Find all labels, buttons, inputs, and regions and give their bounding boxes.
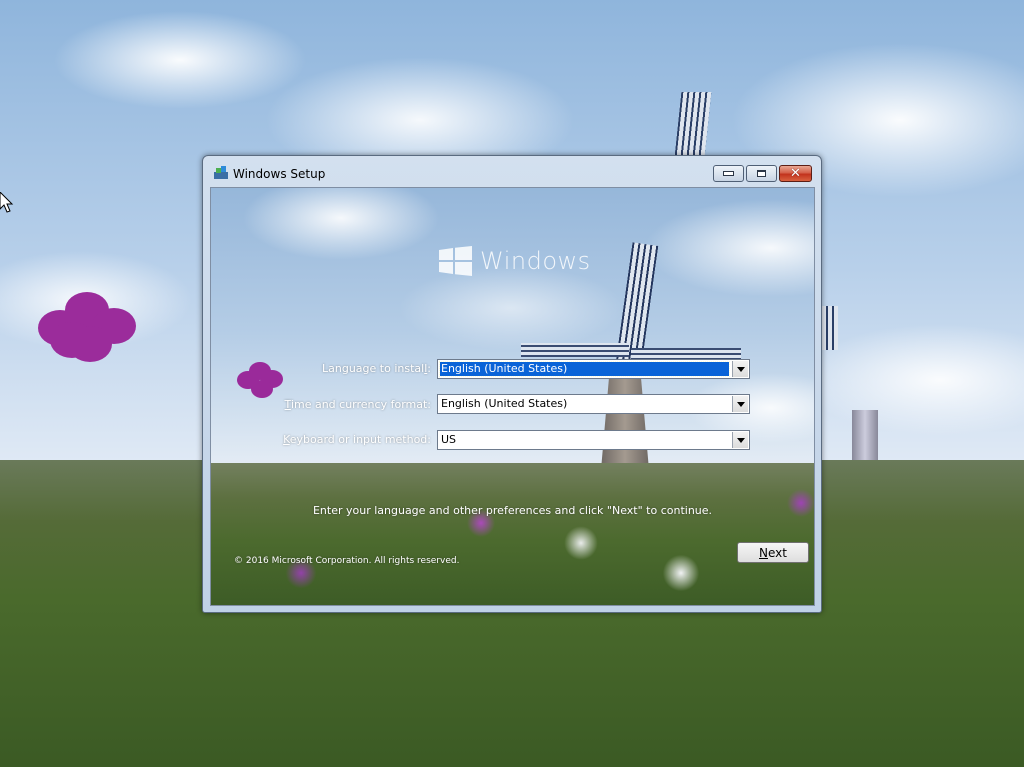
background-flower-field — [211, 463, 814, 605]
chevron-down-icon — [736, 401, 745, 407]
dropdown-button[interactable] — [732, 361, 748, 377]
minimize-icon — [723, 171, 734, 176]
windows-logo: Windows — [439, 245, 591, 277]
wallpaper-flower — [38, 292, 136, 364]
keyboard-select[interactable]: US — [437, 430, 750, 450]
access-key: N — [759, 545, 768, 560]
chevron-down-icon — [736, 366, 745, 372]
language-value: English (United States) — [439, 361, 730, 377]
background-windmill-blade — [521, 343, 629, 357]
next-button[interactable]: Next — [737, 542, 809, 563]
windows-logo-icon — [439, 246, 472, 276]
time-currency-select[interactable]: English (United States) — [437, 394, 750, 414]
window-title: Windows Setup — [233, 167, 326, 181]
chevron-down-icon — [736, 437, 745, 443]
dropdown-button[interactable] — [732, 396, 748, 412]
minimize-button[interactable] — [713, 165, 744, 182]
instruction-text: Enter your language and other preference… — [312, 504, 713, 517]
mouse-cursor-icon — [0, 192, 14, 213]
wallpaper-windmill-blade — [820, 306, 838, 350]
time-currency-label: Time and currency format: — [284, 398, 431, 411]
keyboard-label: Keyboard or input method: — [283, 433, 431, 446]
language-label: Language to install: — [322, 362, 431, 375]
maximize-icon — [757, 170, 766, 177]
maximize-button[interactable] — [746, 165, 777, 182]
setup-app-icon — [214, 166, 228, 179]
setup-window: Windows Setup ✕ Windows Language to inst… — [202, 155, 822, 613]
windows-logo-text: Windows — [480, 247, 591, 275]
language-select[interactable]: English (United States) — [437, 359, 750, 379]
copyright-text: © 2016 Microsoft Corporation. All rights… — [234, 556, 460, 566]
access-key: K — [283, 433, 290, 446]
wallpaper-windmill-blade — [674, 92, 712, 156]
close-button[interactable]: ✕ — [779, 165, 812, 182]
close-icon: ✕ — [790, 166, 801, 181]
keyboard-value: US — [441, 433, 457, 446]
dropdown-button[interactable] — [732, 432, 748, 448]
setup-content: Windows Language to install: English (Un… — [210, 187, 815, 606]
title-bar[interactable]: Windows Setup ✕ — [203, 156, 821, 187]
time-currency-value: English (United States) — [441, 397, 568, 410]
